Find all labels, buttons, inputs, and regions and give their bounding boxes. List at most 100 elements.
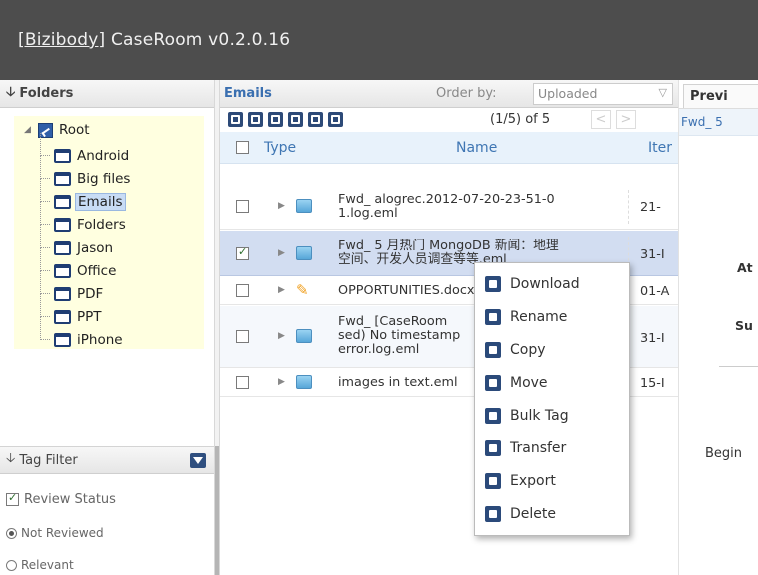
row-item: 01-A [640,284,670,299]
menu-item-bulk-tag[interactable]: Bulk Tag [485,403,569,429]
relevant-row[interactable]: Relevant [6,558,74,572]
tree-item-label: Big files [77,170,131,187]
menu-item-label: Delete [510,506,556,522]
folder-icon [54,240,71,255]
menu-item-rename[interactable]: Rename [485,304,567,330]
menu-item-delete[interactable]: Delete [485,501,556,527]
menu-item-move[interactable]: Move [485,370,548,396]
row-item: 31-I [640,247,665,262]
relevant-label: Relevant [21,558,74,572]
column-type[interactable]: Type [264,140,296,156]
expand-arrow-icon[interactable]: ▶ [278,377,285,387]
chevron-down-icon: ▽ [658,86,667,99]
app-title: [Bizibody] CaseRoom v0.2.0.16 [18,30,290,50]
tree-item-android[interactable]: Android [40,133,200,167]
tree-root[interactable]: ◢ Root [24,122,92,138]
menu-item-label: Download [510,276,580,292]
tree-item-jason[interactable]: Jason [40,225,200,259]
not-reviewed-row[interactable]: Not Reviewed [6,526,104,540]
tree-items: Android Big files Emails Folders Jason O… [40,133,200,351]
expand-arrow-icon[interactable]: ▶ [278,201,285,211]
next-page-button[interactable]: > [616,110,636,129]
order-by-label: Order by: [436,86,497,101]
menu-item-export[interactable]: Export [485,468,556,494]
tree-item-big-files[interactable]: Big files [40,156,200,190]
emails-toolbar: (1/5) of 5 < > [220,108,678,132]
row-name: Fwd_ alogrec.2012-07-20-23-51-0 1.log.em… [338,193,624,221]
email-file-icon [296,246,312,260]
not-reviewed-radio[interactable] [6,527,17,539]
expand-arrow-icon[interactable]: ▶ [278,248,285,258]
folder-icon [54,171,71,186]
folder-icon [54,194,71,209]
column-separator [628,190,629,224]
export-icon [485,473,501,489]
view-icon[interactable] [288,112,303,127]
table-row[interactable]: ▶ Fwd_ alogrec.2012-07-20-23-51-0 1.log.… [220,184,678,230]
column-item[interactable]: Iter [648,140,672,156]
folder-icon [54,263,71,278]
tree-item-folders[interactable]: Folders [40,202,200,236]
review-status-checkbox[interactable] [6,491,19,506]
emails-panel-header: Emails Order by: Uploaded ▽ [220,80,678,108]
tree-item-office[interactable]: Office [40,248,200,282]
column-name[interactable]: Name [456,140,497,156]
row-checkbox[interactable] [236,330,249,343]
expand-arrow-icon[interactable]: ▶ [278,331,285,341]
tree-item-emails[interactable]: Emails [40,179,200,213]
tree-item-ppt[interactable]: PPT [40,294,200,328]
splitter-grip[interactable] [215,446,219,575]
row-item: 21- [640,200,661,215]
folder-icon [54,148,71,163]
order-by-select[interactable]: Uploaded ▽ [533,83,673,105]
row-checkbox[interactable] [236,376,249,389]
collapse-arrow-icon[interactable]: 🡣 [6,449,15,471]
row-checkbox[interactable] [236,200,249,213]
row-item: 15-I [640,376,665,391]
emails-title: Emails [224,86,272,101]
preview-label-su: Su [735,318,753,333]
delete-icon [485,506,501,522]
refresh-icon[interactable] [268,112,283,127]
menu-item-label: Transfer [510,440,567,456]
expand-arrow-icon[interactable]: ▶ [278,285,285,295]
relevant-radio[interactable] [6,559,17,571]
brand-link[interactable]: [Bizibody] [18,30,105,50]
tree-item-label: Jason [77,239,114,256]
folders-panel-header[interactable]: 🡣 Folders [0,80,214,108]
row-checkbox[interactable] [236,245,249,260]
download-icon[interactable] [308,112,323,127]
tag-icon [485,408,501,424]
move-icon [485,375,501,391]
collapse-arrow-icon[interactable]: 🡣 [6,83,15,105]
upload-icon[interactable] [228,112,243,127]
not-reviewed-label: Not Reviewed [21,526,104,540]
menu-item-download[interactable]: Download [485,271,580,297]
menu-item-transfer[interactable]: Transfer [485,435,566,461]
new-document-icon[interactable] [248,112,263,127]
tree-item-iphone[interactable]: iPhone [40,317,200,351]
delete-icon[interactable] [328,112,343,127]
pencil-icon [485,309,501,325]
email-file-icon [296,329,312,343]
row-checkbox[interactable] [236,284,249,297]
prev-page-button[interactable]: < [591,110,611,129]
preview-label-at: At [737,260,753,275]
menu-item-copy[interactable]: Copy [485,337,546,363]
filter-icon[interactable] [190,453,206,468]
app-title-text: CaseRoom v0.2.0.16 [105,30,291,50]
tree-item-pdf[interactable]: PDF [40,271,200,305]
review-status-row[interactable]: Review Status [6,491,116,507]
tree-item-label: PPT [77,308,102,325]
menu-item-label: Bulk Tag [510,408,569,424]
download-icon [485,276,501,292]
folder-icon [54,309,71,324]
tree-toggle-icon[interactable]: ◢ [24,125,38,135]
menu-item-label: Export [510,473,556,489]
preview-tab[interactable]: Previ [683,84,758,108]
select-all-checkbox[interactable] [236,141,249,154]
tag-filter-header[interactable]: 🡣 Tag Filter [0,446,214,474]
menu-item-label: Move [510,375,548,391]
folder-icon [54,286,71,301]
preview-text-begin: Begin [705,446,743,461]
